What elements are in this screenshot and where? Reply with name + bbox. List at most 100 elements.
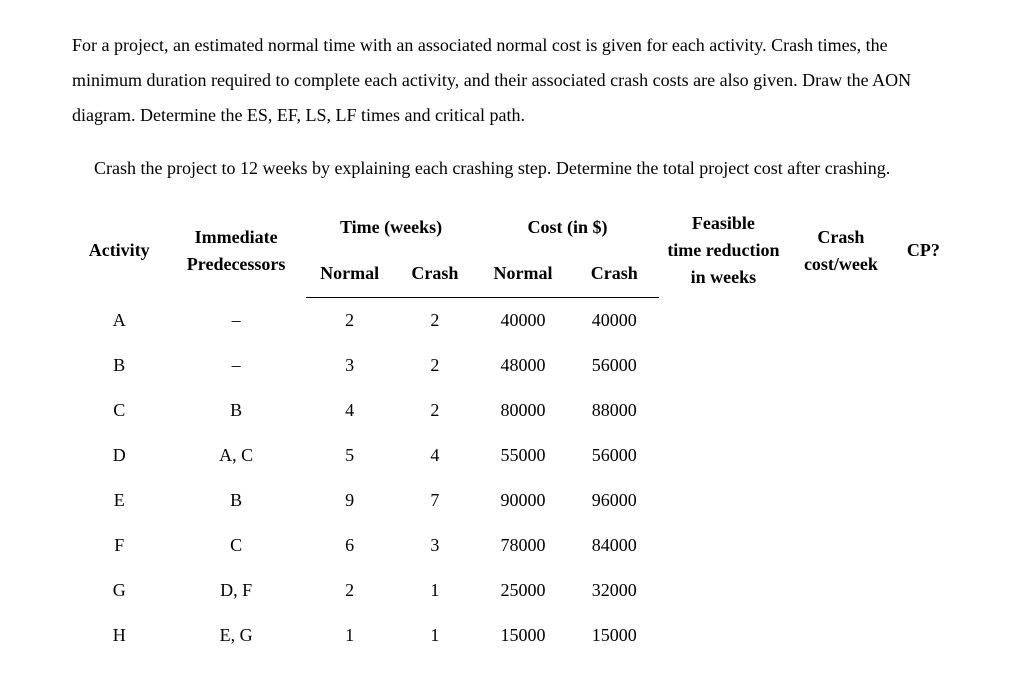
ccw-cell xyxy=(788,297,894,343)
header-ccw-l2: cost/week xyxy=(804,254,878,274)
table-row: EB979000096000 xyxy=(72,478,953,523)
time-normal-cell: 6 xyxy=(306,523,394,568)
header-predecessors-l2: Predecessors xyxy=(187,254,286,274)
cost-crash-cell: 56000 xyxy=(570,343,659,388)
cost-crash-cell: 96000 xyxy=(570,478,659,523)
table-row: CB428000088000 xyxy=(72,388,953,433)
header-predecessors-l1: Immediate xyxy=(195,227,278,247)
predecessor-cell: C xyxy=(166,523,305,568)
ccw-cell xyxy=(788,613,894,658)
ftr-cell xyxy=(659,343,788,388)
predecessor-cell: B xyxy=(166,388,305,433)
cp-cell xyxy=(894,613,953,658)
table-row: FC637800084000 xyxy=(72,523,953,568)
predecessor-cell: D, F xyxy=(166,568,305,613)
time-crash-cell: 2 xyxy=(393,388,476,433)
header-ftr-l1: Feasible xyxy=(692,213,755,233)
table-row: A–224000040000 xyxy=(72,297,953,343)
header-ccw-l1: Crash xyxy=(817,227,864,247)
time-normal-cell: 1 xyxy=(306,613,394,658)
cost-crash-cell: 84000 xyxy=(570,523,659,568)
activity-cell: A xyxy=(72,297,166,343)
cp-cell xyxy=(894,388,953,433)
cost-normal-cell: 25000 xyxy=(476,568,570,613)
predecessor-cell: B xyxy=(166,478,305,523)
predecessor-cell: A, C xyxy=(166,433,305,478)
time-crash-cell: 1 xyxy=(393,613,476,658)
time-normal-cell: 4 xyxy=(306,388,394,433)
ftr-cell xyxy=(659,478,788,523)
header-cp: CP? xyxy=(894,204,953,297)
time-normal-cell: 9 xyxy=(306,478,394,523)
header-predecessors: Immediate Predecessors xyxy=(166,204,305,297)
ccw-cell xyxy=(788,433,894,478)
cp-cell xyxy=(894,297,953,343)
time-crash-cell: 2 xyxy=(393,297,476,343)
time-normal-cell: 3 xyxy=(306,343,394,388)
problem-paragraph-1: For a project, an estimated normal time … xyxy=(72,28,953,133)
activity-cell: F xyxy=(72,523,166,568)
cost-crash-cell: 56000 xyxy=(570,433,659,478)
ftr-cell xyxy=(659,433,788,478)
time-crash-cell: 4 xyxy=(393,433,476,478)
cp-cell xyxy=(894,478,953,523)
ccw-cell xyxy=(788,343,894,388)
activity-cell: H xyxy=(72,613,166,658)
header-cost-normal: Normal xyxy=(476,251,570,298)
predecessor-cell: – xyxy=(166,297,305,343)
predecessor-cell: – xyxy=(166,343,305,388)
activity-cell: C xyxy=(72,388,166,433)
cp-cell xyxy=(894,343,953,388)
activity-cell: D xyxy=(72,433,166,478)
cp-cell xyxy=(894,568,953,613)
predecessor-cell: E, G xyxy=(166,613,305,658)
cost-crash-cell: 40000 xyxy=(570,297,659,343)
cost-normal-cell: 80000 xyxy=(476,388,570,433)
cost-normal-cell: 15000 xyxy=(476,613,570,658)
header-ftr-l3: in weeks xyxy=(691,267,757,287)
ccw-cell xyxy=(788,523,894,568)
cp-cell xyxy=(894,433,953,478)
header-ftr: Feasible time reduction in weeks xyxy=(659,204,788,297)
header-time-normal: Normal xyxy=(306,251,394,298)
cost-normal-cell: 55000 xyxy=(476,433,570,478)
header-activity: Activity xyxy=(72,204,166,297)
time-normal-cell: 2 xyxy=(306,297,394,343)
header-cost-crash: Crash xyxy=(570,251,659,298)
ccw-cell xyxy=(788,478,894,523)
cost-normal-cell: 90000 xyxy=(476,478,570,523)
ftr-cell xyxy=(659,568,788,613)
header-crash-cost-week: Crash cost/week xyxy=(788,204,894,297)
cost-crash-cell: 88000 xyxy=(570,388,659,433)
cost-normal-cell: 48000 xyxy=(476,343,570,388)
activity-cell: E xyxy=(72,478,166,523)
cost-crash-cell: 15000 xyxy=(570,613,659,658)
cost-crash-cell: 32000 xyxy=(570,568,659,613)
ftr-cell xyxy=(659,523,788,568)
time-crash-cell: 3 xyxy=(393,523,476,568)
table-row: B–324800056000 xyxy=(72,343,953,388)
ftr-cell xyxy=(659,388,788,433)
cost-normal-cell: 40000 xyxy=(476,297,570,343)
header-time-group: Time (weeks) xyxy=(306,204,476,250)
time-crash-cell: 1 xyxy=(393,568,476,613)
ccw-cell xyxy=(788,388,894,433)
ftr-cell xyxy=(659,613,788,658)
time-normal-cell: 2 xyxy=(306,568,394,613)
activity-table-body: A–224000040000B–324800056000CB4280000880… xyxy=(72,297,953,658)
time-crash-cell: 7 xyxy=(393,478,476,523)
cost-normal-cell: 78000 xyxy=(476,523,570,568)
problem-paragraph-2: Crash the project to 12 weeks by explain… xyxy=(72,151,953,186)
activity-cell: B xyxy=(72,343,166,388)
table-row: GD, F212500032000 xyxy=(72,568,953,613)
time-normal-cell: 5 xyxy=(306,433,394,478)
table-row: DA, C545500056000 xyxy=(72,433,953,478)
table-row: HE, G111500015000 xyxy=(72,613,953,658)
activity-cell: G xyxy=(72,568,166,613)
header-cost-group: Cost (in $) xyxy=(476,204,658,250)
cp-cell xyxy=(894,523,953,568)
header-time-crash: Crash xyxy=(393,251,476,298)
header-ftr-l2: time reduction xyxy=(667,240,779,260)
activity-table: Activity Immediate Predecessors Time (we… xyxy=(72,204,953,658)
time-crash-cell: 2 xyxy=(393,343,476,388)
